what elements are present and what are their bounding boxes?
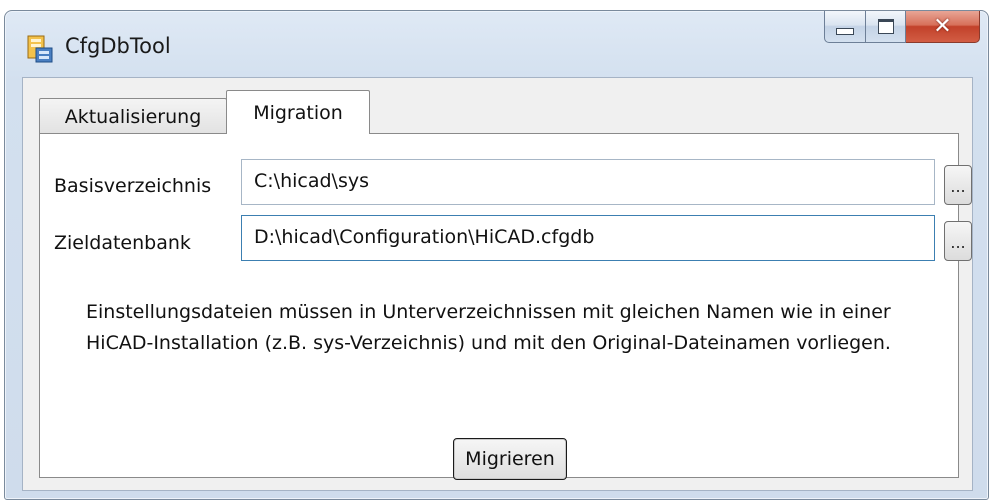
maximize-icon [877, 19, 894, 34]
minimize-button[interactable] [824, 11, 866, 43]
tab-aktualisierung[interactable]: Aktualisierung [39, 98, 227, 134]
base-directory-browse-button[interactable]: ... [944, 165, 972, 205]
caption-buttons: ✕ [824, 11, 980, 45]
base-directory-label: Basisverzeichnis [54, 175, 212, 197]
maximize-button[interactable] [866, 11, 906, 43]
window-title: CfgDbTool [65, 34, 171, 58]
target-database-browse-button[interactable]: ... [944, 221, 972, 261]
client-area: Aktualisierung Migration Basisverzeichni… [22, 77, 973, 491]
minimize-icon [836, 28, 854, 35]
title-bar[interactable]: CfgDbTool ✕ [5, 11, 988, 77]
target-database-field[interactable]: D:\hicad\Configuration\HiCAD.cfgdb [241, 215, 935, 261]
close-icon: ✕ [933, 13, 952, 39]
migrate-button[interactable]: Migrieren [453, 438, 567, 480]
target-database-label: Zieldatenbank [54, 232, 191, 254]
config-db-app-icon [27, 35, 53, 63]
close-button[interactable]: ✕ [906, 11, 980, 43]
app-window: CfgDbTool ✕ Aktualisierung Migration Bas… [4, 10, 989, 500]
migration-panel: Basisverzeichnis C:\hicad\sys ... Zielda… [39, 133, 972, 480]
base-directory-field[interactable]: C:\hicad\sys [241, 159, 935, 205]
tab-strip: Aktualisierung Migration [39, 90, 370, 134]
tab-migration[interactable]: Migration [226, 90, 370, 134]
info-text: Einstellungsdateien müssen in Unterverze… [86, 301, 891, 354]
